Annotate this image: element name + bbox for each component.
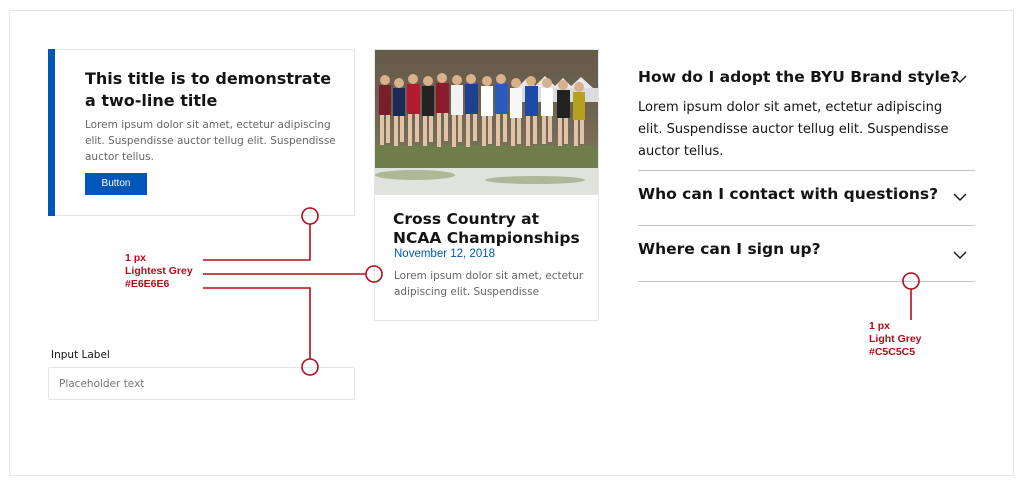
accordion-item-contact[interactable]: Who can I contact with questions? — [638, 182, 975, 216]
input-label: Input Label — [51, 349, 110, 361]
callout-hex: #C5C5C5 — [869, 346, 916, 358]
news-card-body: Lorem ipsum dolor sit amet, ectetur adip… — [394, 270, 584, 298]
text-input[interactable] — [48, 367, 355, 400]
accordion-answer: Lorem ipsum dolor sit amet, ectetur adip… — [638, 100, 949, 159]
chevron-down-icon[interactable] — [953, 193, 967, 201]
callout-light-grey: 1 px Light Grey #C5C5C5 — [869, 320, 922, 359]
accordion-divider — [638, 170, 975, 171]
accordion-question[interactable]: How do I adopt the BYU Brand style? — [638, 68, 959, 86]
callout-hex: #E6E6E6 — [125, 278, 170, 290]
accordion-item-adopt-brand[interactable]: How do I adopt the BYU Brand style? Lore… — [638, 64, 975, 164]
feature-card: This title is to demonstrate a two-line … — [48, 49, 355, 216]
card-button[interactable]: Button — [85, 173, 147, 195]
callout-size: 1 px — [869, 320, 891, 332]
news-card[interactable]: Cross Country at NCAA Championships Nove… — [374, 49, 599, 321]
callout-lightest-grey: 1 px Lightest Grey #E6E6E6 — [125, 252, 193, 291]
accordion-question[interactable]: Where can I sign up? — [638, 240, 821, 258]
card-accent-bar — [48, 49, 55, 216]
accordion-divider — [638, 281, 975, 282]
accordion-question[interactable]: Who can I contact with questions? — [638, 185, 938, 203]
callout-name: Lightest Grey — [125, 265, 193, 277]
news-card-title: Cross Country at NCAA Championships — [393, 210, 580, 247]
chevron-down-icon[interactable] — [953, 75, 967, 83]
card-body: Lorem ipsum dolor sit amet, ectetur adip… — [85, 119, 336, 163]
callout-name: Light Grey — [869, 333, 922, 345]
chevron-down-icon[interactable] — [953, 251, 967, 259]
callout-size: 1 px — [125, 252, 147, 264]
news-card-date: November 12, 2018 — [394, 248, 496, 260]
card-title: This title is to demonstrate a two-line … — [85, 69, 332, 110]
accordion-item-sign-up[interactable]: Where can I sign up? — [638, 237, 975, 271]
cross-country-runners-photo — [375, 50, 598, 195]
accordion-divider — [638, 225, 975, 226]
